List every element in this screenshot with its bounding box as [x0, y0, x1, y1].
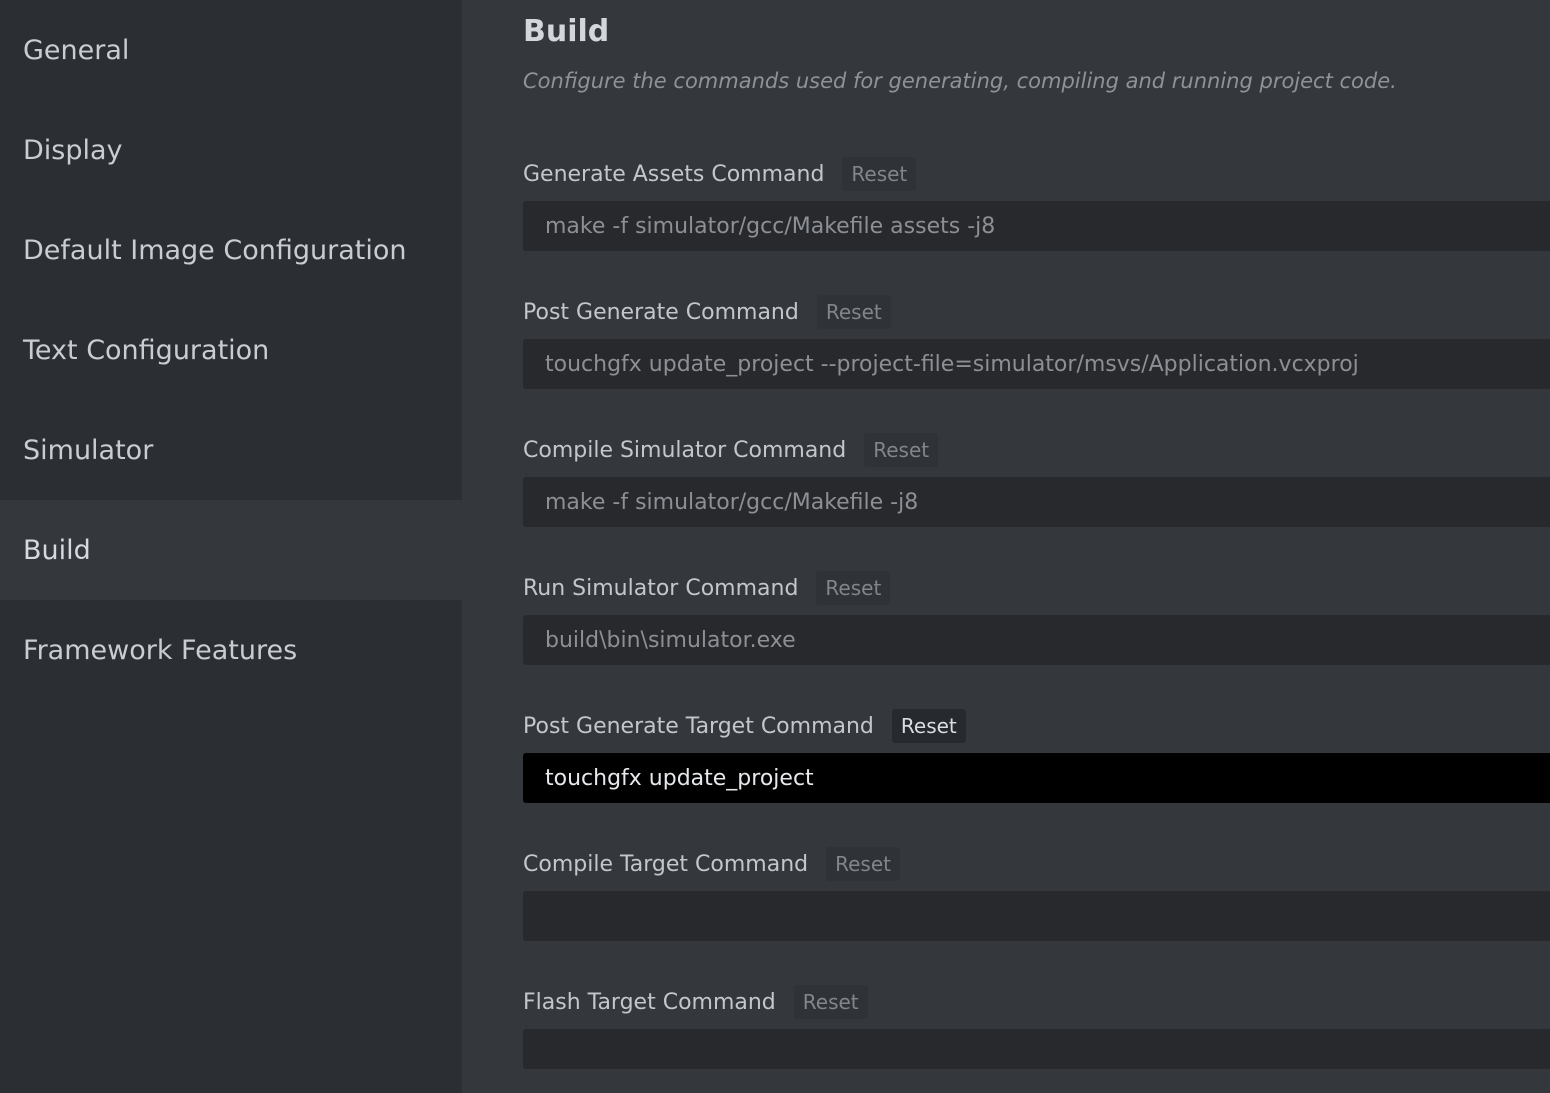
compile-target-command-field: Compile Target Command Reset	[523, 845, 1550, 941]
run-simulator-command-field: Run Simulator Command Reset	[523, 569, 1550, 665]
sidebar-item-default-image-configuration[interactable]: Default Image Configuration	[0, 200, 462, 300]
settings-window: General Display Default Image Configurat…	[0, 0, 1550, 1093]
compile-target-command-input[interactable]	[523, 891, 1550, 941]
run-simulator-command-reset-button[interactable]: Reset	[816, 571, 891, 605]
sidebar-item-general[interactable]: General	[0, 0, 462, 100]
post-generate-target-command-reset-button[interactable]: Reset	[891, 709, 966, 743]
compile-simulator-command-input[interactable]	[523, 477, 1550, 527]
post-generate-command-reset-button[interactable]: Reset	[816, 295, 891, 329]
flash-target-command-field: Flash Target Command Reset	[523, 983, 1550, 1069]
page-title: Build	[523, 14, 610, 49]
generate-assets-command-reset-button[interactable]: Reset	[842, 157, 917, 191]
sidebar-item-display[interactable]: Display	[0, 100, 462, 200]
flash-target-command-input[interactable]	[523, 1029, 1550, 1069]
compile-target-command-reset-button[interactable]: Reset	[826, 847, 900, 881]
compile-simulator-command-field: Compile Simulator Command Reset	[523, 431, 1550, 527]
post-generate-command-input[interactable]	[523, 339, 1550, 389]
generate-assets-command-field: Generate Assets Command Reset	[523, 155, 1550, 251]
post-generate-command-field: Post Generate Command Reset	[523, 293, 1550, 389]
compile-simulator-command-label: Compile Simulator Command	[523, 437, 847, 463]
compile-simulator-command-reset-button[interactable]: Reset	[864, 433, 939, 467]
run-simulator-command-input[interactable]	[523, 615, 1550, 665]
run-simulator-command-label: Run Simulator Command	[523, 575, 799, 601]
flash-target-command-label: Flash Target Command	[523, 989, 776, 1015]
post-generate-command-label: Post Generate Command	[523, 299, 799, 325]
post-generate-target-command-label: Post Generate Target Command	[523, 713, 874, 739]
generate-assets-command-label: Generate Assets Command	[523, 161, 825, 187]
sidebar-item-simulator[interactable]: Simulator	[0, 400, 462, 500]
sidebar-item-framework-features[interactable]: Framework Features	[0, 600, 462, 700]
sidebar-item-text-configuration[interactable]: Text Configuration	[0, 300, 462, 400]
post-generate-target-command-field: Post Generate Target Command Reset	[523, 707, 1550, 803]
post-generate-target-command-input[interactable]	[523, 753, 1550, 803]
page-subtitle: Configure the commands used for generati…	[523, 69, 1397, 93]
sidebar-item-build[interactable]: Build	[0, 500, 462, 600]
flash-target-command-reset-button[interactable]: Reset	[793, 985, 868, 1019]
settings-content: Build Configure the commands used for ge…	[462, 0, 1550, 1093]
generate-assets-command-input[interactable]	[523, 201, 1550, 251]
settings-sidebar: General Display Default Image Configurat…	[0, 0, 462, 1093]
compile-target-command-label: Compile Target Command	[523, 851, 809, 877]
